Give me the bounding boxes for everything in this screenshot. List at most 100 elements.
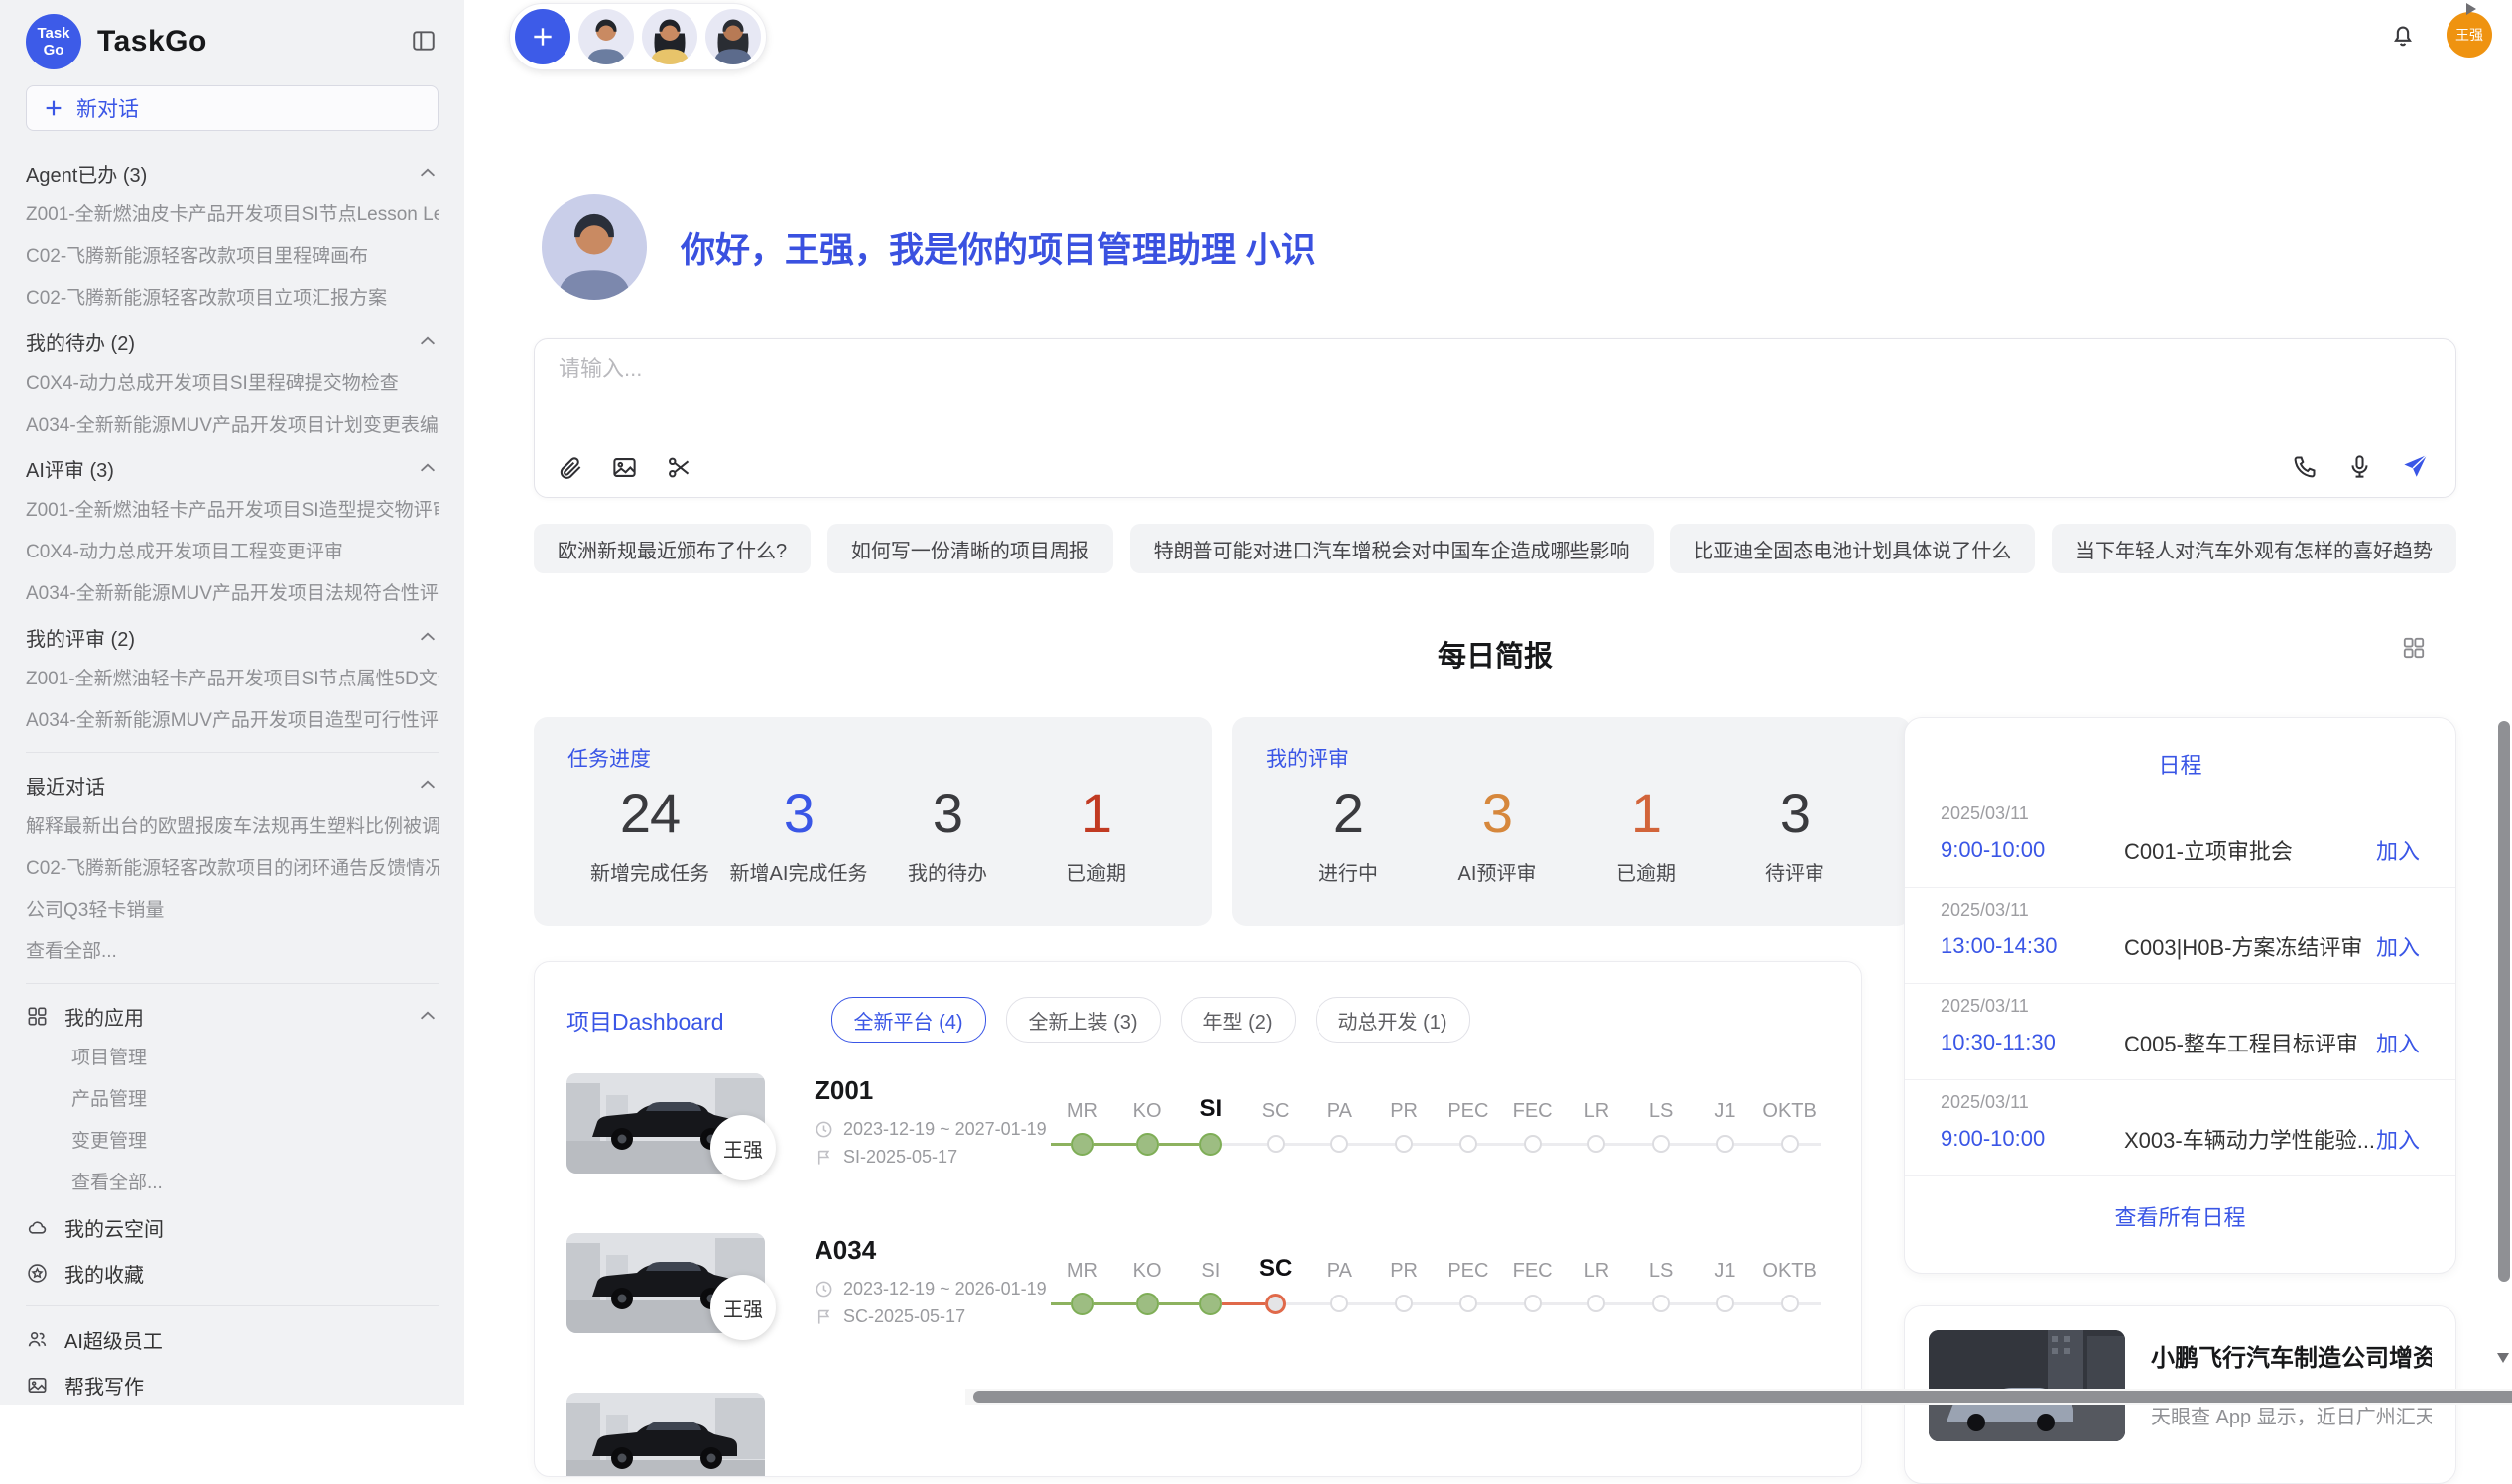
sidebar-item[interactable]: Z001-全新燃油皮卡产品开发项目SI节点Lesson Learn报告	[26, 194, 439, 236]
sidebar-tool-1[interactable]: 帮我写作	[26, 1362, 439, 1405]
project-info: A0342023-12-19 ~ 2026-01-19SC-2025-05-17	[815, 1235, 1043, 1327]
sidebar-section-header-recent[interactable]: 最近对话	[26, 763, 439, 806]
sidebar-app-item[interactable]: 项目管理	[26, 1038, 439, 1079]
sidebar-recent-item[interactable]: 解释最新出台的欧盟报废车法规再生塑料比例被调至15%...	[26, 806, 439, 848]
sidebar-section-header-tasks-0[interactable]: Agent已办 (3)	[26, 151, 439, 194]
milestone-dot-row	[1629, 1131, 1694, 1157]
agent-avatar-1[interactable]	[578, 9, 634, 64]
sidebar-section-header-tasks-3[interactable]: 我的评审 (2)	[26, 615, 439, 659]
agent-avatar-2[interactable]	[642, 9, 697, 64]
stat-value: 3	[873, 781, 1022, 845]
sidebar-item[interactable]: C0X4-动力总成开发项目SI里程碑提交物检查	[26, 363, 439, 405]
stat-item: 1已逾期	[1022, 781, 1171, 886]
milestone-connector	[1372, 1143, 1395, 1146]
bell-icon[interactable]	[2389, 21, 2417, 49]
chat-input[interactable]	[557, 355, 1949, 383]
event-date: 2025/03/11	[1941, 1092, 2420, 1113]
sidebar-link-cloud[interactable]: 我的云空间	[26, 1204, 439, 1250]
sidebar-recent-view-all[interactable]: 查看全部...	[26, 931, 439, 973]
image-icon[interactable]	[611, 454, 638, 481]
dashboard-tab[interactable]: 年型 (2)	[1181, 997, 1296, 1043]
sidebar-item[interactable]: C02-飞腾新能源轻客改款项目里程碑画布	[26, 236, 439, 278]
project-date-range: 2023-12-19 ~ 2026-01-19	[815, 1279, 1043, 1299]
greeting-block: 你好，王强，我是你的项目管理助理 小识	[542, 194, 1316, 300]
sidebar-item[interactable]: A034-全新新能源MUV产品开发项目法规符合性评审	[26, 573, 439, 615]
briefing-grid-icon[interactable]	[2401, 635, 2427, 666]
sidebar-app-item[interactable]: 产品管理	[26, 1079, 439, 1121]
milestone-connector	[1222, 1302, 1243, 1305]
sidebar-collapse-icon[interactable]	[411, 28, 437, 59]
milestone-dot	[1330, 1295, 1348, 1312]
add-agent-button[interactable]	[515, 9, 570, 64]
agent-avatar-3[interactable]	[705, 9, 761, 64]
sidebar-item[interactable]: Z001-全新燃油轻卡产品开发项目SI造型提交物评审	[26, 490, 439, 532]
milestone-dot-row	[1051, 1131, 1115, 1157]
star-icon	[26, 1262, 49, 1285]
milestone: KO	[1115, 1245, 1180, 1316]
paperclip-icon[interactable]	[557, 454, 583, 481]
milestone-connector	[1670, 1302, 1693, 1305]
sidebar-item[interactable]: C02-飞腾新能源轻客改款项目立项汇报方案	[26, 278, 439, 319]
dashboard-tab[interactable]: 全新上装 (3)	[1006, 997, 1161, 1043]
sidebar-section-header-tasks-1[interactable]: 我的待办 (2)	[26, 319, 439, 363]
send-icon[interactable]	[2401, 452, 2430, 481]
milestone-label: LR	[1584, 1245, 1610, 1291]
sidebar-tool-0[interactable]: AI超级员工	[26, 1316, 439, 1362]
sidebar-item[interactable]: Z001-全新燃油轻卡产品开发项目SI节点属性5D文件评审	[26, 659, 439, 700]
phone-icon[interactable]	[2292, 453, 2319, 480]
project-owner-badge: 王强	[710, 1115, 776, 1180]
event-join-link[interactable]: 加入	[2376, 930, 2420, 962]
horizontal-scrollbar[interactable]	[965, 1389, 2512, 1405]
scissors-icon[interactable]	[666, 454, 692, 481]
milestone-connector	[1413, 1302, 1436, 1305]
project-row-partial	[566, 1393, 1831, 1477]
sidebar-app-item[interactable]: 变更管理	[26, 1121, 439, 1163]
milestone: LS	[1629, 1085, 1694, 1157]
sidebar-section-header-apps[interactable]: 我的应用	[26, 994, 439, 1038]
milestone-dot	[1330, 1135, 1348, 1153]
stat-item: 24新增完成任务	[575, 781, 724, 886]
vertical-scrollbar-thumb[interactable]	[2498, 721, 2510, 1282]
sidebar-item[interactable]: A034-全新新能源MUV产品开发项目计划变更表编写	[26, 405, 439, 446]
sidebar-link-favorites[interactable]: 我的收藏	[26, 1250, 439, 1296]
milestone-dot-row	[1372, 1131, 1437, 1157]
milestone-label: OKTB	[1762, 1245, 1816, 1291]
dashboard-tab[interactable]: 动总开发 (1)	[1316, 997, 1470, 1043]
dashboard-tab[interactable]: 全新平台 (4)	[831, 997, 986, 1043]
sidebar-item[interactable]: A034-全新新能源MUV产品开发项目造型可行性评审	[26, 700, 439, 742]
event-join-link[interactable]: 加入	[2376, 834, 2420, 866]
user-avatar[interactable]: 王强	[2447, 12, 2492, 58]
milestone-dot	[1459, 1135, 1477, 1153]
stat-label: 我的待办	[873, 857, 1022, 886]
mic-icon[interactable]	[2346, 453, 2373, 480]
milestone-dot-row	[1757, 1291, 1821, 1316]
sidebar-recent-item[interactable]: 公司Q3轻卡销量	[26, 890, 439, 931]
sidebar-apps-view-all[interactable]: 查看全部...	[26, 1163, 439, 1204]
milestone-label: MR	[1068, 1085, 1098, 1131]
event-join-link[interactable]: 加入	[2376, 1027, 2420, 1058]
sidebar-section-header-tasks-2[interactable]: AI评审 (3)	[26, 446, 439, 490]
view-all-schedule-link[interactable]: 查看所有日程	[1905, 1200, 2455, 1232]
milestone-label: J1	[1714, 1245, 1735, 1291]
milestone: SC	[1243, 1245, 1308, 1316]
stats-row: 任务进度24新增完成任务3新增AI完成任务3我的待办1已逾期我的评审2进行中3A…	[534, 717, 1862, 926]
new-chat-button[interactable]: 新对话	[26, 85, 439, 131]
suggestion-chip[interactable]: 比亚迪全固态电池计划具体说了什么	[1670, 524, 2035, 573]
suggestion-chip[interactable]: 特朗普可能对进口汽车增税会对中国车企造成哪些影响	[1130, 524, 1654, 573]
dashboard-title: 项目Dashboard	[566, 1003, 724, 1037]
scroll-right-arrow[interactable]	[2466, 3, 2476, 15]
scroll-down-arrow[interactable]	[2497, 1353, 2509, 1363]
milestone: LR	[1565, 1245, 1629, 1316]
suggestion-chip[interactable]: 当下年轻人对汽车外观有怎样的喜好趋势	[2052, 524, 2456, 573]
stat-card-title: 我的评审	[1266, 743, 1877, 773]
horizontal-scrollbar-thumb[interactable]	[973, 1391, 2512, 1403]
left-column: 任务进度24新增完成任务3新增AI完成任务3我的待办1已逾期我的评审2进行中3A…	[534, 717, 1862, 1484]
greeting-text: 你好，王强，我是你的项目管理助理 小识	[681, 222, 1316, 273]
apps-grid-icon	[26, 1005, 49, 1028]
suggestion-chip[interactable]: 如何写一份清晰的项目周报	[827, 524, 1113, 573]
suggestion-chip[interactable]: 欧洲新规最近颁布了什么?	[534, 524, 811, 573]
sidebar-recent-item[interactable]: C02-飞腾新能源轻客改款项目的闭环通告反馈情况	[26, 848, 439, 890]
event-join-link[interactable]: 加入	[2376, 1123, 2420, 1155]
milestone-dot-row	[1757, 1131, 1821, 1157]
sidebar-item[interactable]: C0X4-动力总成开发项目工程变更评审	[26, 532, 439, 573]
